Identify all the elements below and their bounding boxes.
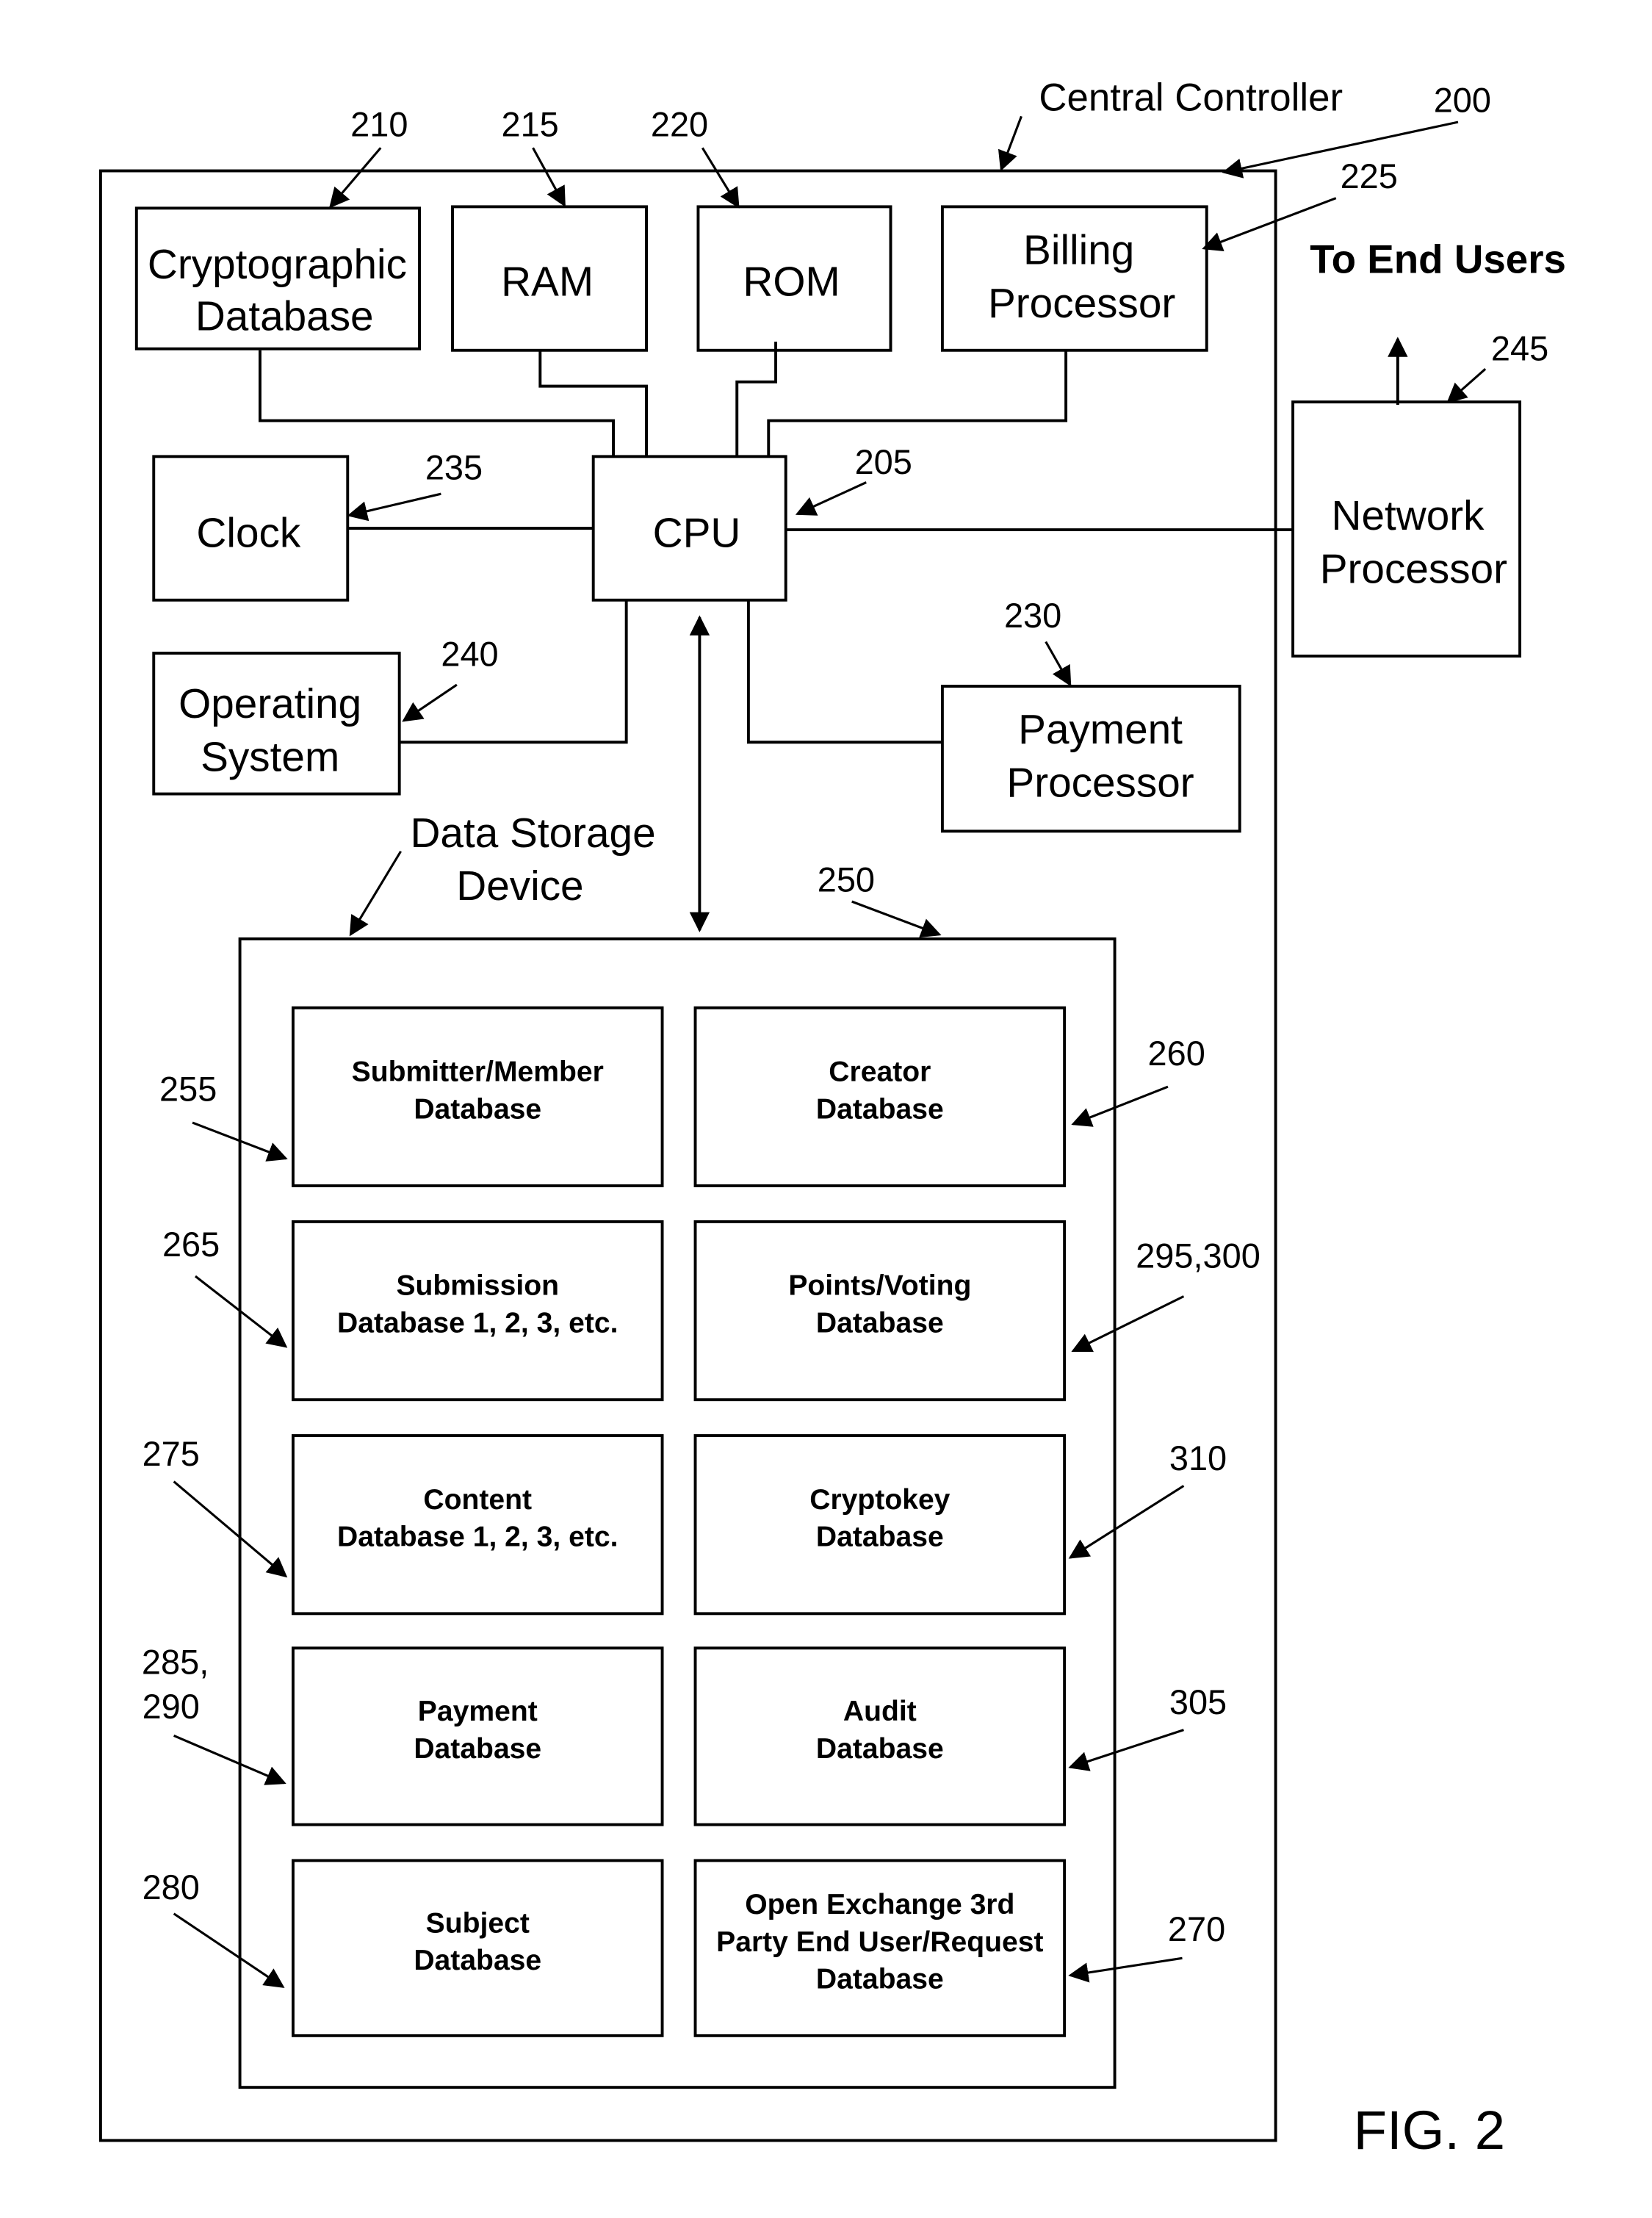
billing-processor-box: Billing Processor [940, 205, 1208, 352]
subject-database-label-line1: Subject [426, 1907, 530, 1939]
cryptokey-database-label-line1: Cryptokey [809, 1484, 950, 1516]
ref-cryptokey: 310 [1169, 1439, 1227, 1477]
cryptographic-database-label-line2: Database [195, 293, 374, 339]
submitter-member-database-box: Submitter/Member Database [291, 1006, 664, 1187]
content-database-label-line2: Database 1, 2, 3, etc. [337, 1522, 618, 1553]
network-processor-label-line2: Processor [1320, 546, 1507, 592]
clock-box: Clock [152, 455, 350, 602]
leader-arrow-central-controller [998, 115, 1022, 172]
payment-processor-box: Payment Processor [940, 685, 1241, 833]
cryptographic-database-box: Cryptographic Database [134, 206, 422, 350]
ref-240: 240 [441, 635, 498, 674]
points-voting-database-box: Points/Voting Database [693, 1220, 1067, 1402]
clock-label: Clock [196, 511, 300, 557]
cpu-box: CPU [591, 455, 787, 602]
payment-database-box: Payment Database [291, 1646, 664, 1826]
creator-database-label-line2: Database [816, 1093, 944, 1125]
ref-payment-line1: 285, [142, 1643, 209, 1681]
open-exchange-database-label-line1: Open Exchange 3rd [745, 1889, 1014, 1920]
ref-230: 230 [1004, 597, 1061, 635]
ref-225: 225 [1341, 157, 1398, 195]
submitter-member-database-label-line2: Database [414, 1093, 541, 1125]
ref-submitter-member: 255 [159, 1070, 217, 1109]
network-processor-label-line1: Network [1332, 493, 1485, 539]
payment-processor-label-line1: Payment [1018, 707, 1183, 753]
ref-220: 220 [651, 106, 708, 144]
to-end-users-label: To End Users [1310, 236, 1566, 281]
ref-payment-line2: 290 [143, 1688, 200, 1726]
operating-system-label-line1: Operating [178, 681, 361, 727]
cryptokey-database-box: Cryptokey Database [693, 1434, 1067, 1616]
ref-points-voting: 295,300 [1136, 1236, 1260, 1275]
patent-figure: Central Controller 200 Cryptographic Dat… [98, 76, 1566, 2161]
cryptographic-database-label-line1: Cryptographic [148, 242, 407, 288]
leader-arrow-245 [1446, 368, 1487, 403]
ref-audit: 305 [1169, 1683, 1227, 1721]
data-storage-label-line2: Device [456, 863, 583, 910]
open-exchange-database-label-line2: Party End User/Request [716, 1926, 1043, 1958]
content-database-box: Content Database 1, 2, 3, etc. [291, 1434, 664, 1616]
operating-system-label-line2: System [201, 734, 339, 780]
ref-215: 215 [501, 106, 558, 144]
open-exchange-database-label-line3: Database [816, 1964, 944, 1995]
rom-label: ROM [743, 259, 840, 306]
audit-database-label-line1: Audit [843, 1696, 917, 1727]
open-exchange-database-box: Open Exchange 3rd Party End User/Request D… [693, 1859, 1067, 2037]
ram-label: RAM [501, 259, 594, 306]
operating-system-box: Operating System [152, 652, 401, 796]
rom-box: ROM [696, 205, 892, 352]
submission-database-box: Submission Database 1, 2, 3, etc. [291, 1220, 664, 1402]
ref-creator: 260 [1148, 1034, 1205, 1073]
payment-database-label-line1: Payment [418, 1696, 538, 1727]
audit-database-label-line2: Database [816, 1733, 944, 1765]
submission-database-label-line1: Submission [396, 1270, 559, 1302]
cpu-label: CPU [653, 511, 741, 557]
ref-245: 245 [1491, 329, 1548, 367]
subject-database-box: Subject Database [291, 1859, 664, 2037]
submission-database-label-line2: Database 1, 2, 3, etc. [337, 1307, 618, 1339]
ref-235: 235 [425, 449, 483, 487]
billing-processor-label-line1: Billing [1023, 228, 1134, 274]
ref-subject: 280 [143, 1868, 200, 1906]
ref-open-exchange: 270 [1168, 1910, 1225, 1948]
ref-205: 205 [855, 443, 912, 481]
payment-database-label-line2: Database [414, 1733, 541, 1765]
audit-database-box: Audit Database [693, 1646, 1067, 1826]
billing-processor-label-line2: Processor [988, 281, 1175, 327]
ref-content: 275 [143, 1435, 200, 1473]
data-storage-label-line1: Data Storage [410, 810, 655, 857]
subject-database-label-line2: Database [414, 1945, 541, 1976]
ref-200: 200 [1434, 81, 1491, 119]
points-voting-database-label-line1: Points/Voting [788, 1270, 971, 1302]
network-processor-box: Network Processor [1291, 400, 1522, 658]
content-database-label-line1: Content [423, 1484, 532, 1516]
creator-database-label-line1: Creator [829, 1056, 931, 1087]
figure-label: FIG. 2 [1354, 2100, 1505, 2161]
points-voting-database-label-line2: Database [816, 1307, 944, 1339]
central-controller-label: Central Controller [1039, 76, 1343, 119]
payment-processor-label-line2: Processor [1006, 760, 1194, 807]
ram-box: RAM [451, 205, 648, 352]
ref-submission: 265 [162, 1225, 220, 1264]
ref-250: 250 [818, 860, 875, 899]
submitter-member-database-label-line1: Submitter/Member [352, 1056, 604, 1087]
creator-database-box: Creator Database [693, 1006, 1067, 1187]
ref-210: 210 [350, 106, 408, 144]
cryptokey-database-label-line2: Database [816, 1522, 944, 1553]
